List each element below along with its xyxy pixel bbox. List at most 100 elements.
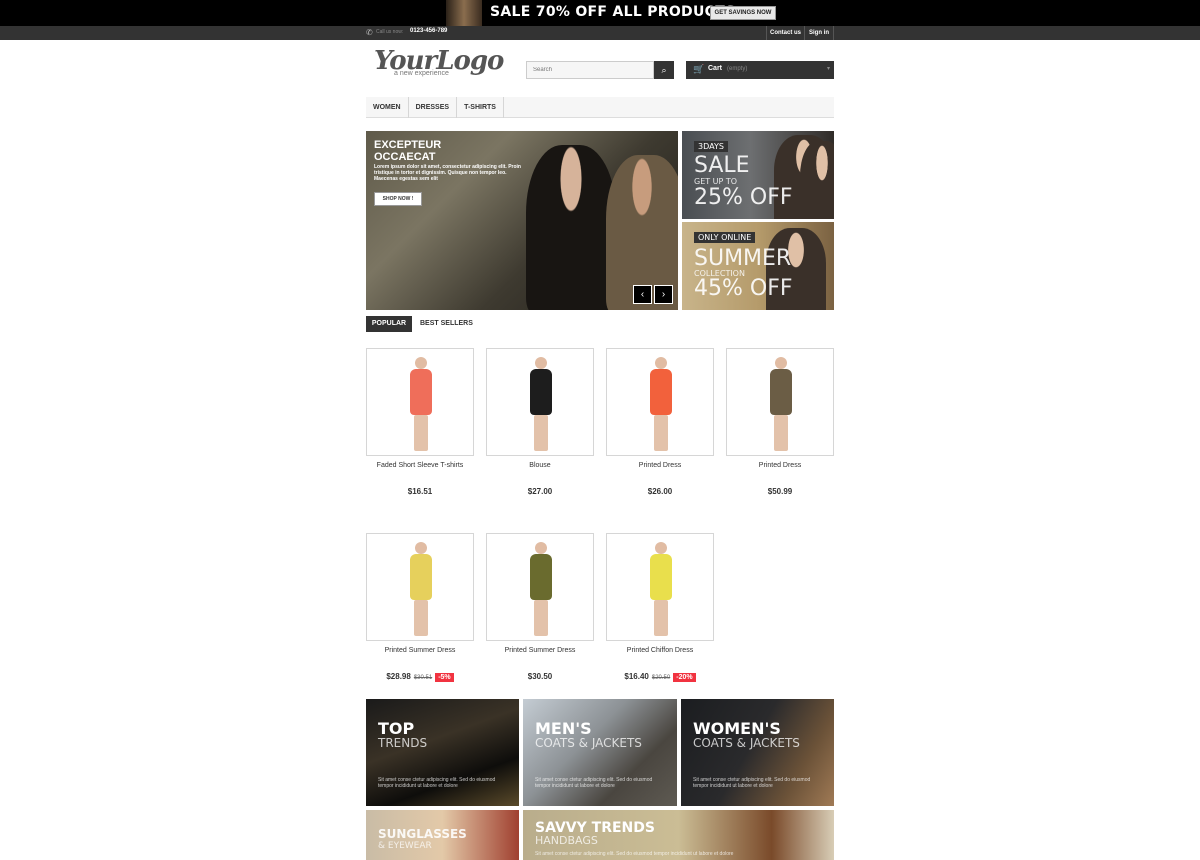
banner-model-image (800, 141, 834, 219)
product-model-figure (647, 357, 675, 451)
menu-item-women[interactable]: WOMEN (366, 97, 409, 118)
search-button[interactable]: ⌕ (654, 61, 674, 79)
tab-popular[interactable]: POPULAR (366, 316, 412, 332)
cart-label: Cart (708, 65, 723, 72)
product-name[interactable]: Printed Summer Dress (486, 647, 594, 655)
product-name[interactable]: Blouse (486, 462, 594, 470)
promo-womens-coats[interactable]: WOMEN'S COATS & JACKETS Sit amet conse c… (681, 699, 834, 806)
product-card[interactable]: Printed Chiffon Dress $16.40 $20.50 -20% (606, 533, 714, 683)
slider-model-woman (526, 145, 616, 310)
product-old-price: $30.51 (413, 675, 433, 681)
banner-badge: ONLY ONLINE (694, 232, 756, 243)
product-image[interactable] (606, 533, 714, 641)
cart-dropdown[interactable]: 🛒 Cart (empty) ▾ (686, 61, 834, 79)
promo-text: Sit amet conse ctetur adipiscing elit. S… (693, 777, 811, 789)
product-name[interactable]: Printed Summer Dress (366, 647, 474, 655)
banner-headline: SALE (694, 153, 750, 178)
slide-description: Lorem ipsum dolor sit amet, consectetur … (374, 164, 521, 182)
product-price-row: $50.99 (726, 487, 834, 498)
promo-savvy-handbags[interactable]: SAVVY TRENDS HANDBAGS Sit amet conse cte… (523, 810, 834, 860)
promo-mens-coats[interactable]: MEN'S COATS & JACKETS Sit amet conse cte… (523, 699, 677, 806)
product-price-row: $16.51 (366, 487, 474, 498)
promo-subtitle: COATS & JACKETS (693, 736, 800, 750)
top-nav-strip: ✆ Call us now: 0123-456-789 Contact us S… (0, 26, 1200, 40)
chevron-right-icon: › (661, 289, 666, 300)
chevron-down-icon: ▾ (826, 66, 830, 72)
promo-text: Sit amet conse ctetur adipiscing elit. S… (378, 777, 496, 789)
contact-us-link[interactable]: Contact us (766, 26, 804, 40)
discount-badge: -20% (673, 673, 696, 682)
sale-25-banner[interactable]: 3DAYS SALE GET UP TO 25% OFF (682, 131, 834, 219)
product-name[interactable]: Faded Short Sleeve T-shirts (366, 462, 474, 470)
product-price: $28.98 (386, 672, 411, 681)
slider-prev-button[interactable]: ‹ (633, 285, 652, 304)
sign-in-link[interactable]: Sign in (804, 26, 834, 40)
chevron-left-icon: ‹ (640, 289, 645, 300)
product-image[interactable] (486, 348, 594, 456)
product-image[interactable] (486, 533, 594, 641)
promo-subtitle: & EYEWEAR (378, 841, 432, 851)
promo-title: MEN'S (535, 719, 592, 738)
product-price: $27.00 (527, 487, 553, 496)
product-image[interactable] (606, 348, 714, 456)
banner-discount: 25% OFF (694, 185, 793, 210)
promo-model-image (446, 0, 482, 26)
search-input[interactable] (526, 61, 654, 79)
product-price: $30.50 (527, 672, 553, 681)
product-image[interactable] (366, 348, 474, 456)
promo-sunglasses[interactable]: SUNGLASSES & EYEWEAR (366, 810, 519, 860)
cart-status: (empty) (727, 66, 748, 72)
top-promo-banner[interactable]: SALE 70% OFF ALL PRODUCTS GET SAVINGS NO… (0, 0, 1200, 26)
product-old-price: $20.50 (651, 675, 671, 681)
promo-title: TOP (378, 719, 415, 738)
slide-title: EXCEPTEUR OCCAECAT (374, 139, 442, 163)
product-name[interactable]: Printed Dress (726, 462, 834, 470)
product-model-figure (767, 357, 795, 451)
product-card[interactable]: Printed Dress $26.00 (606, 348, 714, 498)
call-us-label: Call us now: (376, 29, 404, 35)
product-card[interactable]: Blouse $27.00 (486, 348, 594, 498)
promo-subtitle: COATS & JACKETS (535, 736, 642, 750)
promo-top-trends[interactable]: TOP TRENDS Sit amet conse ctetur adipisc… (366, 699, 519, 806)
shop-now-button[interactable]: SHOP NOW ! (374, 192, 422, 206)
product-card[interactable]: Printed Dress $50.99 (726, 348, 834, 498)
product-card[interactable]: Printed Summer Dress $30.50 (486, 533, 594, 683)
product-image[interactable] (366, 533, 474, 641)
banner-badge: 3DAYS (694, 141, 728, 152)
product-model-figure (527, 542, 555, 636)
cart-icon: 🛒 (693, 64, 705, 74)
product-model-figure (647, 542, 675, 636)
product-price: $26.00 (647, 487, 673, 496)
promo-text: Sit amet conse ctetur adipiscing elit. S… (535, 777, 653, 789)
product-model-figure (407, 357, 435, 451)
product-price-row: $16.40 $20.50 -20% (606, 672, 714, 683)
menu-item-tshirts[interactable]: T-SHIRTS (457, 97, 504, 118)
promo-text: Sit amet conse ctetur adipiscing elit. S… (535, 851, 734, 857)
site-logo[interactable]: YourLogo a new experience (374, 48, 504, 84)
product-name[interactable]: Printed Dress (606, 462, 714, 470)
get-savings-button[interactable]: GET SAVINGS NOW (710, 6, 776, 20)
product-price-row: $27.00 (486, 487, 594, 498)
product-price: $16.40 (624, 672, 649, 681)
product-price: $50.99 (767, 487, 793, 496)
product-card[interactable]: Faded Short Sleeve T-shirts $16.51 (366, 348, 474, 498)
product-price-row: $28.98 $30.51 -5% (366, 672, 474, 683)
promo-subtitle: TRENDS (378, 736, 428, 750)
banner-headline: SUMMER (694, 246, 792, 271)
banner-discount: 45% OFF (694, 276, 793, 301)
promo-title: WOMEN'S (693, 719, 781, 738)
menu-item-dresses[interactable]: DRESSES (409, 97, 458, 118)
tab-best-sellers[interactable]: BEST SELLERS (420, 316, 484, 332)
product-price-row: $30.50 (486, 672, 594, 683)
product-card[interactable]: Printed Summer Dress $28.98 $30.51 -5% (366, 533, 474, 683)
product-name[interactable]: Printed Chiffon Dress (606, 647, 714, 655)
slider-next-button[interactable]: › (654, 285, 673, 304)
product-price-row: $26.00 (606, 487, 714, 498)
product-image[interactable] (726, 348, 834, 456)
call-us-number: 0123-456-789 (410, 28, 448, 34)
hero-slider[interactable]: EXCEPTEUR OCCAECAT Lorem ipsum dolor sit… (366, 131, 678, 310)
product-model-figure (407, 542, 435, 636)
product-model-figure (527, 357, 555, 451)
summer-45-banner[interactable]: ONLY ONLINE SUMMER COLLECTION 45% OFF (682, 222, 834, 310)
promo-sale-text: SALE 70% OFF ALL PRODUCTS (490, 4, 736, 20)
